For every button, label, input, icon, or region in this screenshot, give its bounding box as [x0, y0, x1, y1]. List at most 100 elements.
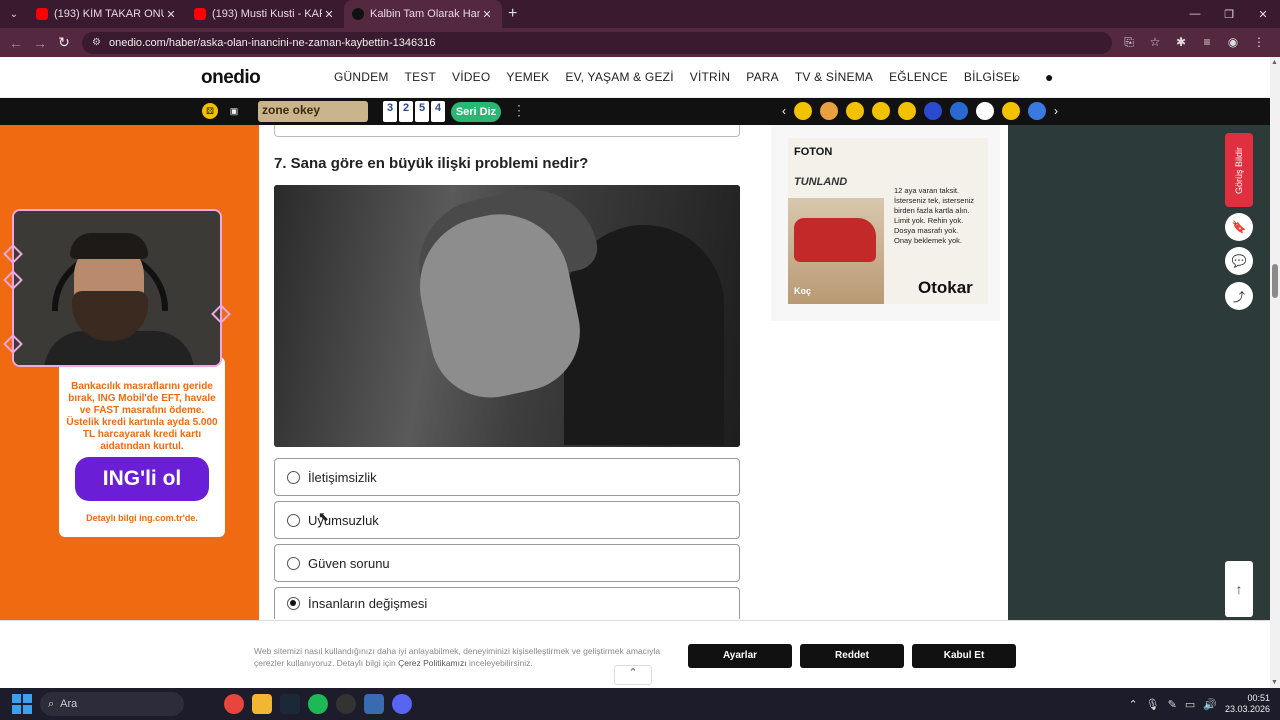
answer-option[interactable]: İletişimsizlik	[274, 458, 740, 496]
nav-item[interactable]: VİTRİN	[690, 70, 731, 84]
radio-button[interactable]	[287, 470, 300, 484]
badge-icon[interactable]	[950, 102, 968, 120]
share-icon[interactable]: ⤴	[1225, 282, 1253, 310]
user-icon[interactable]: ●	[1045, 69, 1053, 85]
cookie-accept-button[interactable]: Kabul Et	[912, 644, 1016, 668]
badge-icon[interactable]	[924, 102, 942, 120]
answer-label: Güven sorunu	[308, 555, 390, 571]
chevron-left-icon[interactable]: ‹	[782, 104, 786, 118]
clock[interactable]: 00:51 23.03.2026	[1225, 693, 1270, 715]
comments-icon[interactable]: 💬	[1225, 247, 1253, 275]
radio-button-selected[interactable]	[287, 597, 300, 610]
seri-diz-button[interactable]: Seri Diz	[451, 102, 501, 122]
page-scrollbar[interactable]: ▲ ▼	[1270, 57, 1280, 688]
streamer-webcam-overlay	[12, 209, 222, 367]
bookmark-star-icon[interactable]: ☆	[1142, 35, 1168, 50]
bookmark-icon[interactable]: 🔖	[1225, 213, 1253, 241]
file-explorer-icon[interactable]	[252, 694, 272, 714]
game-icon[interactable]: ▣	[226, 103, 242, 119]
cookie-settings-button[interactable]: Ayarlar	[688, 644, 792, 668]
obs-icon[interactable]	[336, 694, 356, 714]
emoji-icon[interactable]	[846, 102, 864, 120]
okey-tile: 3	[383, 101, 397, 122]
network-icon[interactable]: ▭	[1185, 698, 1195, 711]
restore-icon[interactable]: ❐	[1212, 0, 1246, 28]
answer-option-selected[interactable]: İnsanların değişmesi	[274, 587, 740, 619]
spotify-icon[interactable]	[308, 694, 328, 714]
nav-item[interactable]: TV & SİNEMA	[795, 70, 873, 84]
address-bar[interactable]: ⚙ onedio.com/haber/aska-olan-inancini-ne…	[82, 31, 1112, 54]
scrollbar-thumb[interactable]	[1272, 264, 1278, 298]
forward-icon[interactable]: →	[28, 35, 52, 51]
feedback-button[interactable]: Görüş Bildir	[1225, 133, 1253, 207]
chevron-up-icon[interactable]: ⌃	[1128, 698, 1137, 711]
site-logo[interactable]: onedio	[201, 67, 261, 89]
dice-icon[interactable]: ⚄	[202, 103, 218, 119]
close-window-icon[interactable]: ✕	[1246, 0, 1280, 28]
more-vert-icon[interactable]: ⋮	[512, 102, 526, 119]
radio-button[interactable]	[287, 556, 300, 570]
profile-icon[interactable]: ◉	[1220, 35, 1246, 50]
windows-start-icon[interactable]	[12, 694, 32, 714]
browser-tab-2[interactable]: (193) Musti Kusti - KARA MİZA ✕	[186, 0, 344, 28]
question-title: 7. Sana göre en büyük ilişki problemi ne…	[274, 155, 589, 172]
ing-ad[interactable]: Bankacılık masraflarını geride bırak, IN…	[59, 357, 225, 537]
nav-item[interactable]: YEMEK	[506, 70, 549, 84]
nav-item[interactable]: EĞLENCE	[889, 70, 948, 84]
answer-option[interactable]: Uyumsuzluk	[274, 501, 740, 539]
close-tab-icon[interactable]: ✕	[164, 8, 178, 21]
pen-icon[interactable]: ✎	[1168, 698, 1177, 711]
discord-icon[interactable]	[392, 694, 412, 714]
browser-tab-1[interactable]: (193) KİM TAKAR ONU BUNİ ŞA ✕	[28, 0, 186, 28]
steam-icon[interactable]	[280, 694, 300, 714]
install-app-icon[interactable]: ⎘	[1116, 35, 1142, 50]
ad-feature: Limit yok. Rehin yok.	[894, 216, 964, 225]
new-tab-button[interactable]: +	[508, 5, 517, 23]
emoji-icon[interactable]	[898, 102, 916, 120]
nav-item[interactable]: EV, YAŞAM & GEZİ	[565, 70, 673, 84]
nav-item[interactable]: TEST	[405, 70, 436, 84]
taskbar-search[interactable]: ⌕ Ara	[40, 692, 184, 716]
menu-icon[interactable]: ⋮	[1246, 35, 1272, 50]
okey-tile: 4	[431, 101, 445, 122]
minimize-icon[interactable]: —	[1178, 0, 1212, 28]
ad-features: 12 aya varan taksit. İsterseniz tek, ist…	[894, 186, 984, 246]
youtube-icon	[36, 8, 48, 20]
volume-icon[interactable]: 🔊	[1203, 698, 1217, 711]
emoji-icon[interactable]	[820, 102, 838, 120]
foton-ad[interactable]: FOTON TUNLAND 12 aya varan taksit. İster…	[788, 138, 988, 304]
cookie-policy-link[interactable]: Çerez Politikamızı	[398, 658, 467, 668]
chrome-icon[interactable]	[224, 694, 244, 714]
back-icon[interactable]: ←	[4, 35, 28, 51]
chevron-right-icon[interactable]: ›	[1054, 104, 1058, 118]
nav-item[interactable]: GÜNDEM	[334, 70, 389, 84]
emoji-icon[interactable]	[1002, 102, 1020, 120]
nav-item[interactable]: VİDEO	[452, 70, 490, 84]
site-info-icon[interactable]: ⚙	[92, 37, 101, 48]
nav-item[interactable]: PARA	[746, 70, 779, 84]
nav-item[interactable]: BİLGİSEL	[964, 70, 1019, 84]
badge-icon[interactable]	[976, 102, 994, 120]
chevron-up-icon[interactable]: ⌃	[614, 665, 652, 685]
tab-search-icon[interactable]: ⌄	[4, 4, 24, 24]
reload-icon[interactable]: ↻	[52, 34, 76, 51]
radio-button[interactable]	[287, 513, 300, 527]
zone-okey-banner[interactable]: zone okey	[258, 101, 368, 122]
answer-option[interactable]: Güven sorunu	[274, 544, 740, 582]
close-tab-icon[interactable]: ✕	[480, 8, 494, 21]
extensions-icon[interactable]: ✱	[1168, 35, 1194, 50]
emoji-icon[interactable]	[872, 102, 890, 120]
previous-option[interactable]	[274, 125, 740, 137]
search-icon[interactable]: ⌕	[1013, 69, 1021, 86]
app-icon[interactable]	[364, 694, 384, 714]
close-tab-icon[interactable]: ✕	[322, 8, 336, 21]
windows-taskbar: ⌕ Ara ⌃ 🎙 ✎ ▭ 🔊 00:51 23.03.2026	[0, 688, 1280, 720]
browser-tab-3[interactable]: Kalbin Tam Olarak Hangi Nokta ✕	[344, 0, 502, 28]
scroll-to-top-button[interactable]: ↑	[1225, 561, 1253, 617]
ing-cta-button[interactable]: ING'li ol	[75, 457, 209, 501]
cookie-reject-button[interactable]: Reddet	[800, 644, 904, 668]
mic-icon[interactable]: 🎙	[1146, 698, 1160, 711]
emoji-icon[interactable]	[794, 102, 812, 120]
badge-icon[interactable]	[1028, 102, 1046, 120]
media-control-icon[interactable]: ≡	[1194, 35, 1220, 50]
